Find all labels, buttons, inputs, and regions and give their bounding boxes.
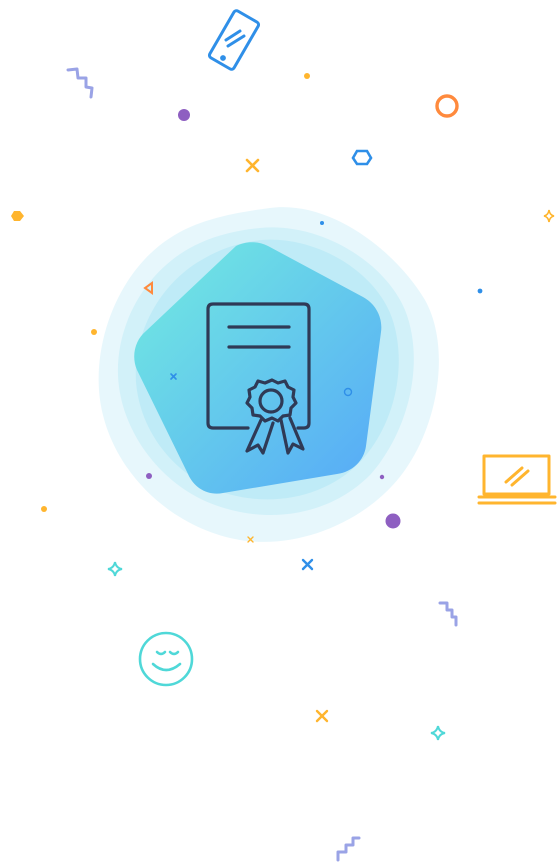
hexagon-icon <box>351 149 373 166</box>
smiley-face-icon <box>138 631 194 687</box>
certificate-illustration <box>11 9 557 862</box>
dot-icon <box>91 329 97 335</box>
cross-icon <box>301 558 314 571</box>
dot-icon <box>320 221 324 225</box>
four-point-star-icon <box>430 725 446 741</box>
dot-icon <box>178 109 190 121</box>
dot-icon <box>477 288 483 294</box>
zigzag-icon <box>66 67 94 99</box>
four-point-star-icon <box>107 561 123 577</box>
dot-icon <box>146 473 152 479</box>
four-point-star-icon <box>543 209 555 223</box>
zigzag-icon <box>438 601 458 627</box>
cross-icon <box>315 709 329 723</box>
dot-icon <box>379 474 385 480</box>
zigzag-icon <box>336 836 361 862</box>
dot-icon <box>385 513 401 529</box>
cross-icon <box>245 158 260 173</box>
dot-icon <box>41 506 47 512</box>
dot-icon <box>304 73 310 79</box>
smartphone-icon <box>207 9 261 71</box>
laptop-icon <box>477 454 557 505</box>
ring-icon <box>435 94 459 118</box>
hexagon-icon <box>11 211 24 221</box>
